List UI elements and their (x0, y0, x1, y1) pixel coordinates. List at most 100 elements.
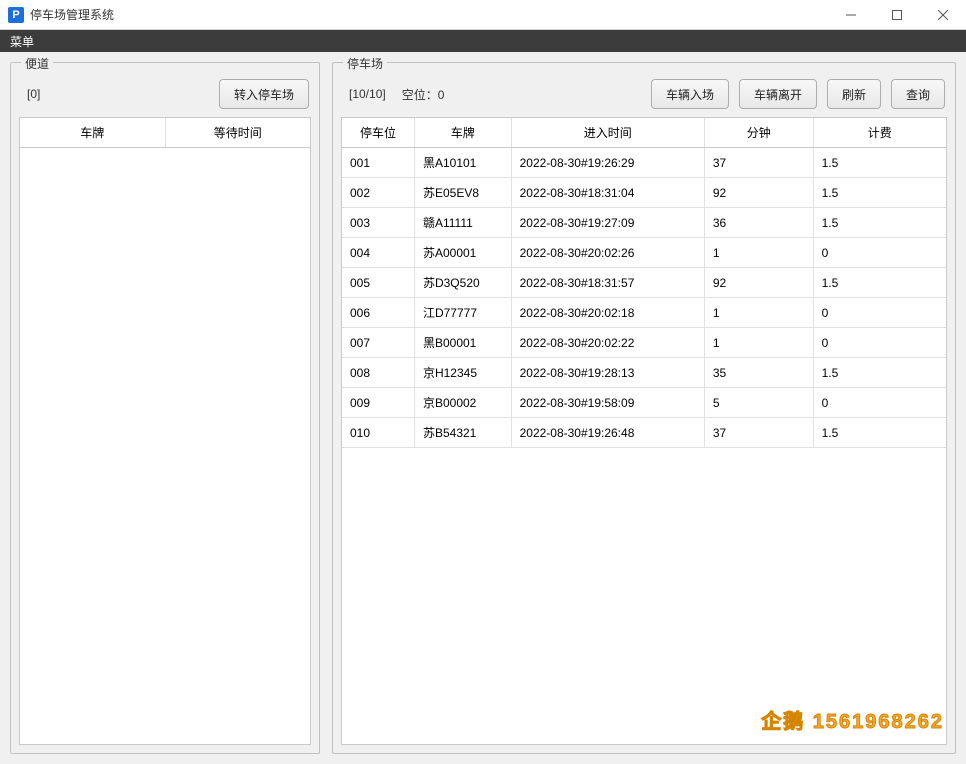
table-row[interactable]: 005苏D3Q5202022-08-30#18:31:57921.5 (342, 268, 946, 298)
vehicle-in-button[interactable]: 车辆入场 (651, 79, 729, 109)
cell-fee: 0 (813, 238, 946, 268)
cell-slot: 010 (342, 418, 414, 448)
lot-col-slot[interactable]: 停车位 (342, 118, 414, 148)
cell-plate: 苏E05EV8 (414, 178, 511, 208)
cell-enter_time: 2022-08-30#18:31:04 (511, 178, 704, 208)
cell-plate: 赣A11111 (414, 208, 511, 238)
cell-minutes: 5 (704, 388, 813, 418)
lane-col-plate[interactable]: 车牌 (20, 118, 165, 148)
refresh-button[interactable]: 刷新 (827, 79, 881, 109)
cell-minutes: 92 (704, 268, 813, 298)
menu-main[interactable]: 菜单 (0, 30, 44, 52)
lot-col-enter-time[interactable]: 进入时间 (511, 118, 704, 148)
cell-enter_time: 2022-08-30#19:26:29 (511, 148, 704, 178)
table-row[interactable]: 002苏E05EV82022-08-30#18:31:04921.5 (342, 178, 946, 208)
table-row[interactable]: 008京H123452022-08-30#19:28:13351.5 (342, 358, 946, 388)
cell-plate: 江D77777 (414, 298, 511, 328)
query-label: 查询 (906, 88, 930, 102)
lane-col-wait[interactable]: 等待时间 (165, 118, 310, 148)
app-icon: P (8, 7, 24, 23)
vehicle-out-button[interactable]: 车辆离开 (739, 79, 817, 109)
lane-panel: 便道 [0] 转入停车场 车牌 等待时间 (10, 62, 320, 754)
enter-lot-button-label: 转入停车场 (234, 88, 294, 102)
minimize-icon (846, 10, 856, 20)
lot-panel: 停车场 [10/10] 空位：0 车辆入场 车辆离开 刷新 查询 停车位 车牌 … (332, 62, 956, 754)
table-row[interactable]: 009京B000022022-08-30#19:58:0950 (342, 388, 946, 418)
vehicle-in-label: 车辆入场 (666, 88, 714, 102)
cell-slot: 005 (342, 268, 414, 298)
enter-lot-button[interactable]: 转入停车场 (219, 79, 309, 109)
vehicle-out-label: 车辆离开 (754, 88, 802, 102)
cell-plate: 苏D3Q520 (414, 268, 511, 298)
lot-col-plate[interactable]: 车牌 (414, 118, 511, 148)
table-row[interactable]: 001黑A101012022-08-30#19:26:29371.5 (342, 148, 946, 178)
cell-fee: 1.5 (813, 208, 946, 238)
table-row[interactable]: 010苏B543212022-08-30#19:26:48371.5 (342, 418, 946, 448)
cell-enter_time: 2022-08-30#19:58:09 (511, 388, 704, 418)
cell-slot: 008 (342, 358, 414, 388)
lot-toolbar: [10/10] 空位：0 车辆入场 车辆离开 刷新 查询 (341, 77, 947, 117)
cell-enter_time: 2022-08-30#18:31:57 (511, 268, 704, 298)
table-row[interactable]: 006江D777772022-08-30#20:02:1810 (342, 298, 946, 328)
lot-vacancy: 空位：0 (402, 86, 445, 103)
table-row[interactable]: 007黑B000012022-08-30#20:02:2210 (342, 328, 946, 358)
lot-table-wrap[interactable]: 停车位 车牌 进入时间 分钟 计费 001黑A101012022-08-30#1… (341, 117, 947, 745)
lot-group-title: 停车场 (343, 55, 387, 72)
table-row[interactable]: 003赣A111112022-08-30#19:27:09361.5 (342, 208, 946, 238)
cell-plate: 苏B54321 (414, 418, 511, 448)
cell-fee: 0 (813, 298, 946, 328)
cell-slot: 006 (342, 298, 414, 328)
lot-occupancy: [10/10] (349, 87, 386, 101)
cell-minutes: 37 (704, 148, 813, 178)
cell-minutes: 1 (704, 238, 813, 268)
refresh-label: 刷新 (842, 88, 866, 102)
cell-fee: 1.5 (813, 418, 946, 448)
cell-minutes: 1 (704, 298, 813, 328)
lane-group-title: 便道 (21, 55, 53, 72)
cell-minutes: 1 (704, 328, 813, 358)
minimize-button[interactable] (828, 0, 874, 29)
cell-enter_time: 2022-08-30#19:27:09 (511, 208, 704, 238)
maximize-button[interactable] (874, 0, 920, 29)
cell-minutes: 37 (704, 418, 813, 448)
lane-toolbar: [0] 转入停车场 (19, 77, 311, 117)
window-title: 停车场管理系统 (30, 6, 114, 23)
cell-enter_time: 2022-08-30#20:02:18 (511, 298, 704, 328)
cell-slot: 009 (342, 388, 414, 418)
cell-enter_time: 2022-08-30#19:26:48 (511, 418, 704, 448)
cell-plate: 京H12345 (414, 358, 511, 388)
cell-enter_time: 2022-08-30#20:02:22 (511, 328, 704, 358)
lane-count: [0] (27, 87, 40, 101)
cell-minutes: 36 (704, 208, 813, 238)
lot-table: 停车位 车牌 进入时间 分钟 计费 001黑A101012022-08-30#1… (342, 118, 946, 448)
lane-table: 车牌 等待时间 (20, 118, 310, 148)
cell-fee: 0 (813, 328, 946, 358)
cell-slot: 002 (342, 178, 414, 208)
cell-slot: 003 (342, 208, 414, 238)
lot-col-minutes[interactable]: 分钟 (704, 118, 813, 148)
cell-enter_time: 2022-08-30#20:02:26 (511, 238, 704, 268)
cell-slot: 007 (342, 328, 414, 358)
cell-plate: 黑B00001 (414, 328, 511, 358)
lot-col-fee[interactable]: 计费 (813, 118, 946, 148)
cell-minutes: 35 (704, 358, 813, 388)
cell-fee: 1.5 (813, 178, 946, 208)
cell-plate: 黑A10101 (414, 148, 511, 178)
cell-fee: 0 (813, 388, 946, 418)
maximize-icon (892, 10, 902, 20)
window-controls (828, 0, 966, 29)
cell-minutes: 92 (704, 178, 813, 208)
cell-fee: 1.5 (813, 358, 946, 388)
cell-enter_time: 2022-08-30#19:28:13 (511, 358, 704, 388)
cell-slot: 004 (342, 238, 414, 268)
cell-fee: 1.5 (813, 148, 946, 178)
cell-slot: 001 (342, 148, 414, 178)
close-button[interactable] (920, 0, 966, 29)
menubar: 菜单 (0, 30, 966, 52)
cell-plate: 京B00002 (414, 388, 511, 418)
query-button[interactable]: 查询 (891, 79, 945, 109)
close-icon (938, 10, 948, 20)
menu-main-label: 菜单 (10, 33, 34, 50)
lane-table-wrap[interactable]: 车牌 等待时间 (19, 117, 311, 745)
table-row[interactable]: 004苏A000012022-08-30#20:02:2610 (342, 238, 946, 268)
